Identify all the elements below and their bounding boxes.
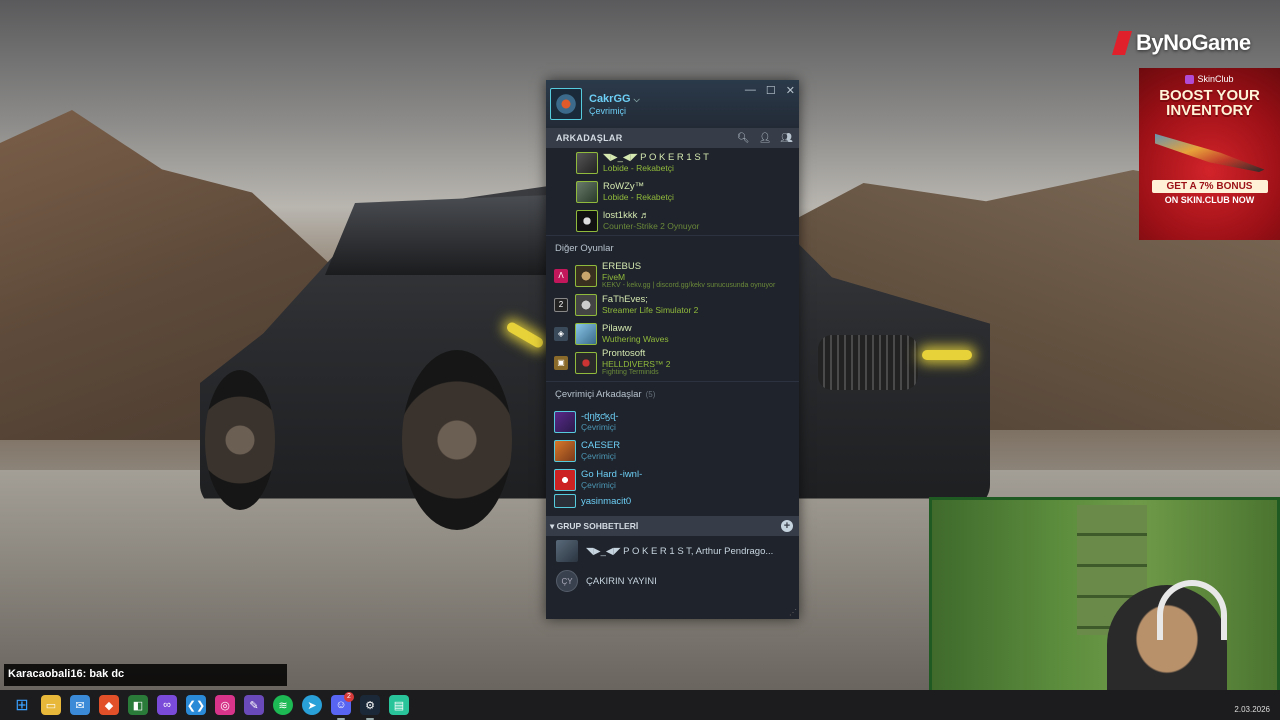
webcam-overlay bbox=[929, 497, 1280, 701]
telegram-icon[interactable]: ➤ bbox=[302, 695, 322, 715]
friend-row[interactable]: RoWZy™ Lobide - Rekabetçi bbox=[546, 177, 799, 206]
group-chat-row[interactable]: ◥▶︎_◀◤ P O K E R 1 S T, Arthur Pendrago.… bbox=[546, 536, 799, 566]
game-icon: ◈ bbox=[554, 326, 568, 341]
group-chat-avatar: ÇY bbox=[556, 570, 578, 592]
close-icon[interactable]: ✕ bbox=[786, 84, 795, 97]
group-chats-bar[interactable]: ▾ GRUP SOHBETLERİ + bbox=[546, 516, 799, 536]
game-icon: 2 bbox=[554, 297, 568, 312]
friend-requests-icon[interactable]: 👤︎ bbox=[759, 133, 772, 144]
taskbar-date: 2.03.2026 bbox=[1234, 705, 1270, 714]
friend-avatar bbox=[576, 209, 598, 232]
game-icon: Λ bbox=[554, 268, 568, 283]
user-info[interactable]: CakrGG ⌵ Çevrimiçi bbox=[589, 93, 640, 116]
group-chats-header: ▾ GRUP SOHBETLERİ bbox=[550, 520, 639, 531]
friend-avatar bbox=[576, 180, 598, 203]
windows-start-icon[interactable]: ⊞ bbox=[12, 695, 32, 715]
steam-friends-window[interactable]: CakrGG ⌵ Çevrimiçi — ☐ ✕ ARKADAŞLAR 🔍︎ 👤︎… bbox=[546, 80, 799, 619]
taskbar: ⊞ ▭ ✉ ◆ ◧ ∞ ❮❯ ◎ ✎ ≋ ➤ ☺ 2 ⚙ ▤ bbox=[0, 690, 1280, 720]
add-friend-icon[interactable]: 👥︎ bbox=[780, 133, 793, 144]
user-status: Çevrimiçi bbox=[589, 105, 626, 116]
brand-logo: ByNoGame bbox=[1112, 28, 1251, 58]
user-avatar[interactable] bbox=[550, 88, 582, 120]
resize-handle-icon[interactable]: ⋰ bbox=[789, 608, 797, 617]
friends-header: ARKADAŞLAR bbox=[556, 133, 623, 143]
friend-row[interactable]: yasinmacit0 bbox=[546, 494, 799, 508]
brand-logo-icon bbox=[1112, 31, 1132, 55]
brave-browser-icon[interactable]: ◆ bbox=[99, 695, 119, 715]
friend-row[interactable]: Go Hard -iwnl- Çevrimiçi bbox=[546, 465, 799, 494]
app-icon-green[interactable]: ▤ bbox=[389, 695, 409, 715]
mail-icon[interactable]: ✉ bbox=[70, 695, 90, 715]
visual-studio-icon[interactable]: ∞ bbox=[157, 695, 177, 715]
friend-avatar bbox=[554, 410, 576, 433]
friends-tools: 🔍︎ 👤︎ 👥︎ bbox=[737, 133, 793, 144]
group-chat-avatar bbox=[556, 540, 578, 562]
online-friends-header[interactable]: Çevrimiçi Arkadaşlar (5) bbox=[546, 381, 799, 407]
friend-avatar bbox=[554, 468, 576, 491]
vscode-icon[interactable]: ❮❯ bbox=[186, 695, 206, 715]
group-chat-row[interactable]: ÇY ÇAKIRIN YAYINI bbox=[546, 566, 799, 596]
ad-cta: GET A 7% BONUS bbox=[1151, 180, 1268, 193]
friend-row[interactable]: -ɖŋɮƈӄɖ- Çevrimiçi bbox=[546, 407, 799, 436]
discord-notification-badge: 2 bbox=[344, 692, 354, 702]
friend-avatar bbox=[554, 439, 576, 462]
friend-row[interactable]: ◥▶︎_◀◤ P O K E R 1 S T Lobide - Rekabetç… bbox=[546, 148, 799, 177]
friend-avatar bbox=[575, 322, 597, 345]
other-games-header[interactable]: Diğer Oyunlar bbox=[546, 235, 799, 261]
friend-avatar bbox=[575, 264, 597, 287]
steam-profile-header: CakrGG ⌵ Çevrimiçi — ☐ ✕ bbox=[546, 80, 799, 128]
friend-avatar bbox=[575, 351, 597, 374]
friend-row[interactable]: lost1kkk ♬ Counter-Strike 2 Oynuyor bbox=[546, 206, 799, 235]
feather-app-icon[interactable]: ✎ bbox=[244, 695, 264, 715]
car-grille bbox=[818, 335, 918, 390]
car-front-wheel bbox=[402, 350, 512, 530]
chevron-down-icon[interactable]: ▾ bbox=[550, 521, 554, 531]
friend-avatar bbox=[576, 151, 598, 174]
steam-icon[interactable]: ⚙ bbox=[360, 695, 380, 720]
maximize-icon[interactable]: ☐ bbox=[766, 84, 776, 97]
skinclub-ad[interactable]: SkinClub BOOST YOUR INVENTORY GET A 7% B… bbox=[1139, 68, 1280, 240]
brand-name: ByNoGame bbox=[1136, 30, 1251, 55]
friend-list[interactable]: ◥▶︎_◀◤ P O K E R 1 S T Lobide - Rekabetç… bbox=[546, 148, 799, 516]
friends-section-bar: ARKADAŞLAR 🔍︎ 👤︎ 👥︎ bbox=[546, 128, 799, 148]
window-controls: — ☐ ✕ bbox=[745, 84, 795, 97]
username[interactable]: CakrGG ⌵ bbox=[589, 93, 640, 105]
friend-row[interactable]: 2 FaThEves; Streamer Life Simulator 2 bbox=[546, 290, 799, 319]
discord-icon[interactable]: ☺ 2 bbox=[331, 692, 354, 720]
game-icon: ▣ bbox=[554, 355, 568, 370]
friend-avatar bbox=[575, 293, 597, 316]
car-rear-wheel bbox=[205, 370, 275, 510]
car-window bbox=[325, 195, 550, 275]
add-group-chat-icon[interactable]: + bbox=[781, 520, 793, 532]
skinclub-logo-icon bbox=[1185, 74, 1195, 84]
file-explorer-icon[interactable]: ▭ bbox=[41, 695, 61, 715]
chevron-down-icon[interactable]: ⌵ bbox=[634, 95, 640, 104]
car-headlight-right bbox=[922, 350, 972, 360]
ad-title: BOOST YOUR INVENTORY bbox=[1159, 87, 1260, 119]
instagram-icon[interactable]: ◎ bbox=[215, 695, 235, 715]
friend-avatar bbox=[554, 494, 576, 508]
ad-cta-sub: ON SKIN.CLUB NOW bbox=[1164, 195, 1255, 205]
friend-row[interactable]: Λ EREBUS FiveM KEKV - kekv.gg | discord.… bbox=[546, 261, 799, 290]
friend-row[interactable]: ▣ Prontosoft HELLDIVERS™ 2 Fighting Term… bbox=[546, 348, 799, 377]
app-icon[interactable]: ◧ bbox=[128, 695, 148, 715]
friend-row[interactable]: CAESER Çevrimiçi bbox=[546, 436, 799, 465]
rifle-image bbox=[1154, 133, 1265, 172]
spotify-icon[interactable]: ≋ bbox=[273, 695, 293, 715]
search-icon[interactable]: 🔍︎ bbox=[737, 133, 750, 144]
ad-brand: SkinClub bbox=[1139, 74, 1280, 84]
minimize-icon[interactable]: — bbox=[745, 84, 756, 97]
stream-chat-message: Karacaobali16: bak dc bbox=[4, 664, 287, 686]
friend-row[interactable]: ◈ Pilaww Wuthering Waves bbox=[546, 319, 799, 348]
